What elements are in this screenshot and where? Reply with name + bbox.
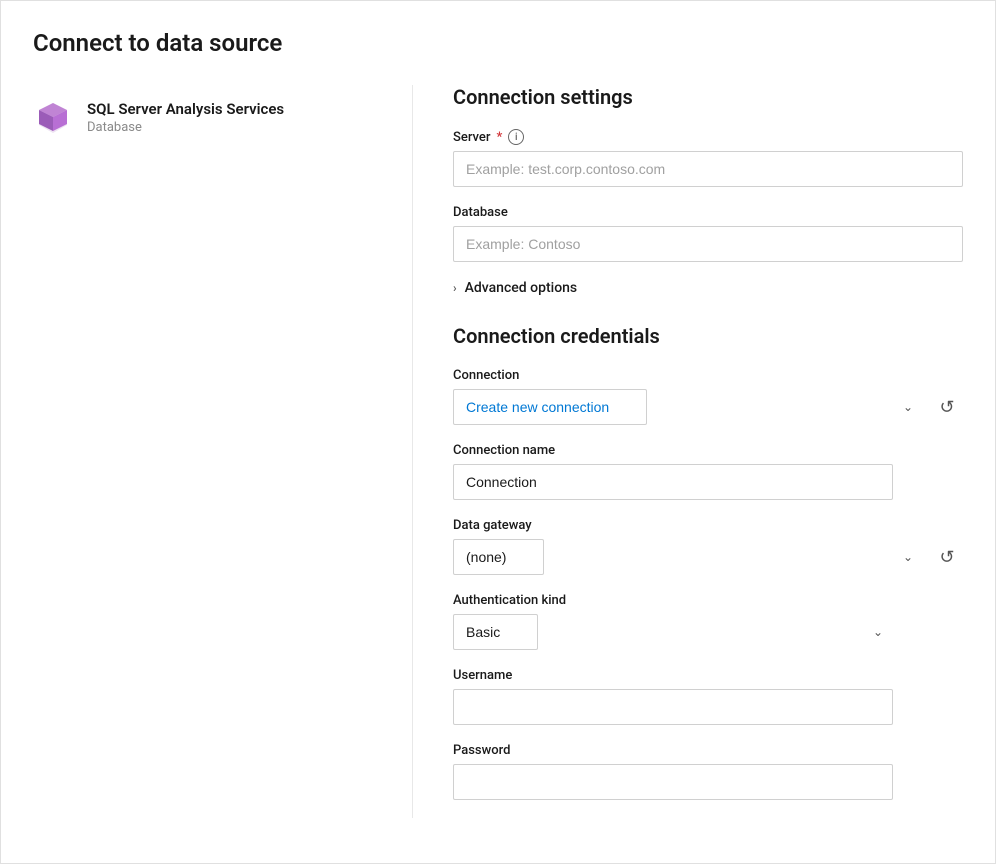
data-gateway-label: Data gateway [453,518,532,533]
connection-label-row: Connection [453,368,963,383]
service-card: SQL Server Analysis Services Database [33,85,380,149]
connection-credentials-title: Connection credentials [453,324,963,348]
auth-kind-label: Authentication kind [453,593,566,608]
username-field-group: Username [453,668,963,725]
data-gateway-select-wrapper: (none) ⌄ ↺ [453,539,963,575]
data-gateway-select-container: (none) ⌄ [453,539,923,575]
auth-kind-chevron-icon: ⌄ [873,625,883,639]
refresh-icon-2: ↺ [939,547,954,568]
data-gateway-refresh-button[interactable]: ↺ [931,541,963,573]
password-field-group: Password [453,743,963,800]
username-input[interactable] [453,689,893,725]
connection-chevron-icon: ⌄ [903,400,913,414]
page-container: Connect to data source [0,0,996,864]
service-name: SQL Server Analysis Services [87,100,284,118]
username-label-row: Username [453,668,963,683]
server-label: Server [453,130,490,145]
refresh-icon: ↺ [939,397,954,418]
username-label: Username [453,668,512,683]
connection-select-wrapper: Create new connection ⌄ ↺ [453,389,963,425]
cube-icon [33,97,73,137]
data-gateway-chevron-icon: ⌄ [903,550,913,564]
service-type: Database [87,120,284,135]
connection-label: Connection [453,368,519,383]
connection-name-label-row: Connection name [453,443,963,458]
connection-settings-title: Connection settings [453,85,963,109]
connection-field-group: Connection Create new connection ⌄ ↺ [453,368,963,425]
auth-kind-select[interactable]: Basic [453,614,538,650]
password-label-row: Password [453,743,963,758]
connection-select[interactable]: Create new connection [453,389,647,425]
connection-settings-section: Connection settings Server * i Database [453,85,963,296]
server-info-icon[interactable]: i [508,129,524,145]
service-info: SQL Server Analysis Services Database [87,100,284,135]
left-panel: SQL Server Analysis Services Database [33,85,413,818]
data-gateway-label-row: Data gateway [453,518,963,533]
password-input[interactable] [453,764,893,800]
chevron-right-icon: › [453,281,457,295]
password-label: Password [453,743,510,758]
server-input[interactable] [453,151,963,187]
data-gateway-field-group: Data gateway (none) ⌄ ↺ [453,518,963,575]
database-label: Database [453,205,508,220]
database-input[interactable] [453,226,963,262]
data-gateway-select[interactable]: (none) [453,539,544,575]
auth-kind-label-row: Authentication kind [453,593,963,608]
connection-credentials-section: Connection credentials Connection Create… [453,324,963,800]
main-layout: SQL Server Analysis Services Database Co… [33,85,963,818]
server-label-row: Server * i [453,129,963,145]
connection-name-field-group: Connection name [453,443,963,500]
database-label-row: Database [453,205,963,220]
server-field-group: Server * i [453,129,963,187]
connection-refresh-button[interactable]: ↺ [931,391,963,423]
connection-name-label: Connection name [453,443,555,458]
database-field-group: Database [453,205,963,262]
server-required: * [496,130,502,145]
advanced-options-label: Advanced options [465,280,578,296]
connection-name-input[interactable] [453,464,893,500]
auth-kind-field-group: Authentication kind Basic ⌄ [453,593,963,650]
right-panel: Connection settings Server * i Database [413,85,963,818]
connection-select-container: Create new connection ⌄ [453,389,923,425]
auth-kind-select-container: Basic ⌄ [453,614,893,650]
advanced-options-toggle[interactable]: › Advanced options [453,280,963,296]
page-title: Connect to data source [33,29,963,57]
